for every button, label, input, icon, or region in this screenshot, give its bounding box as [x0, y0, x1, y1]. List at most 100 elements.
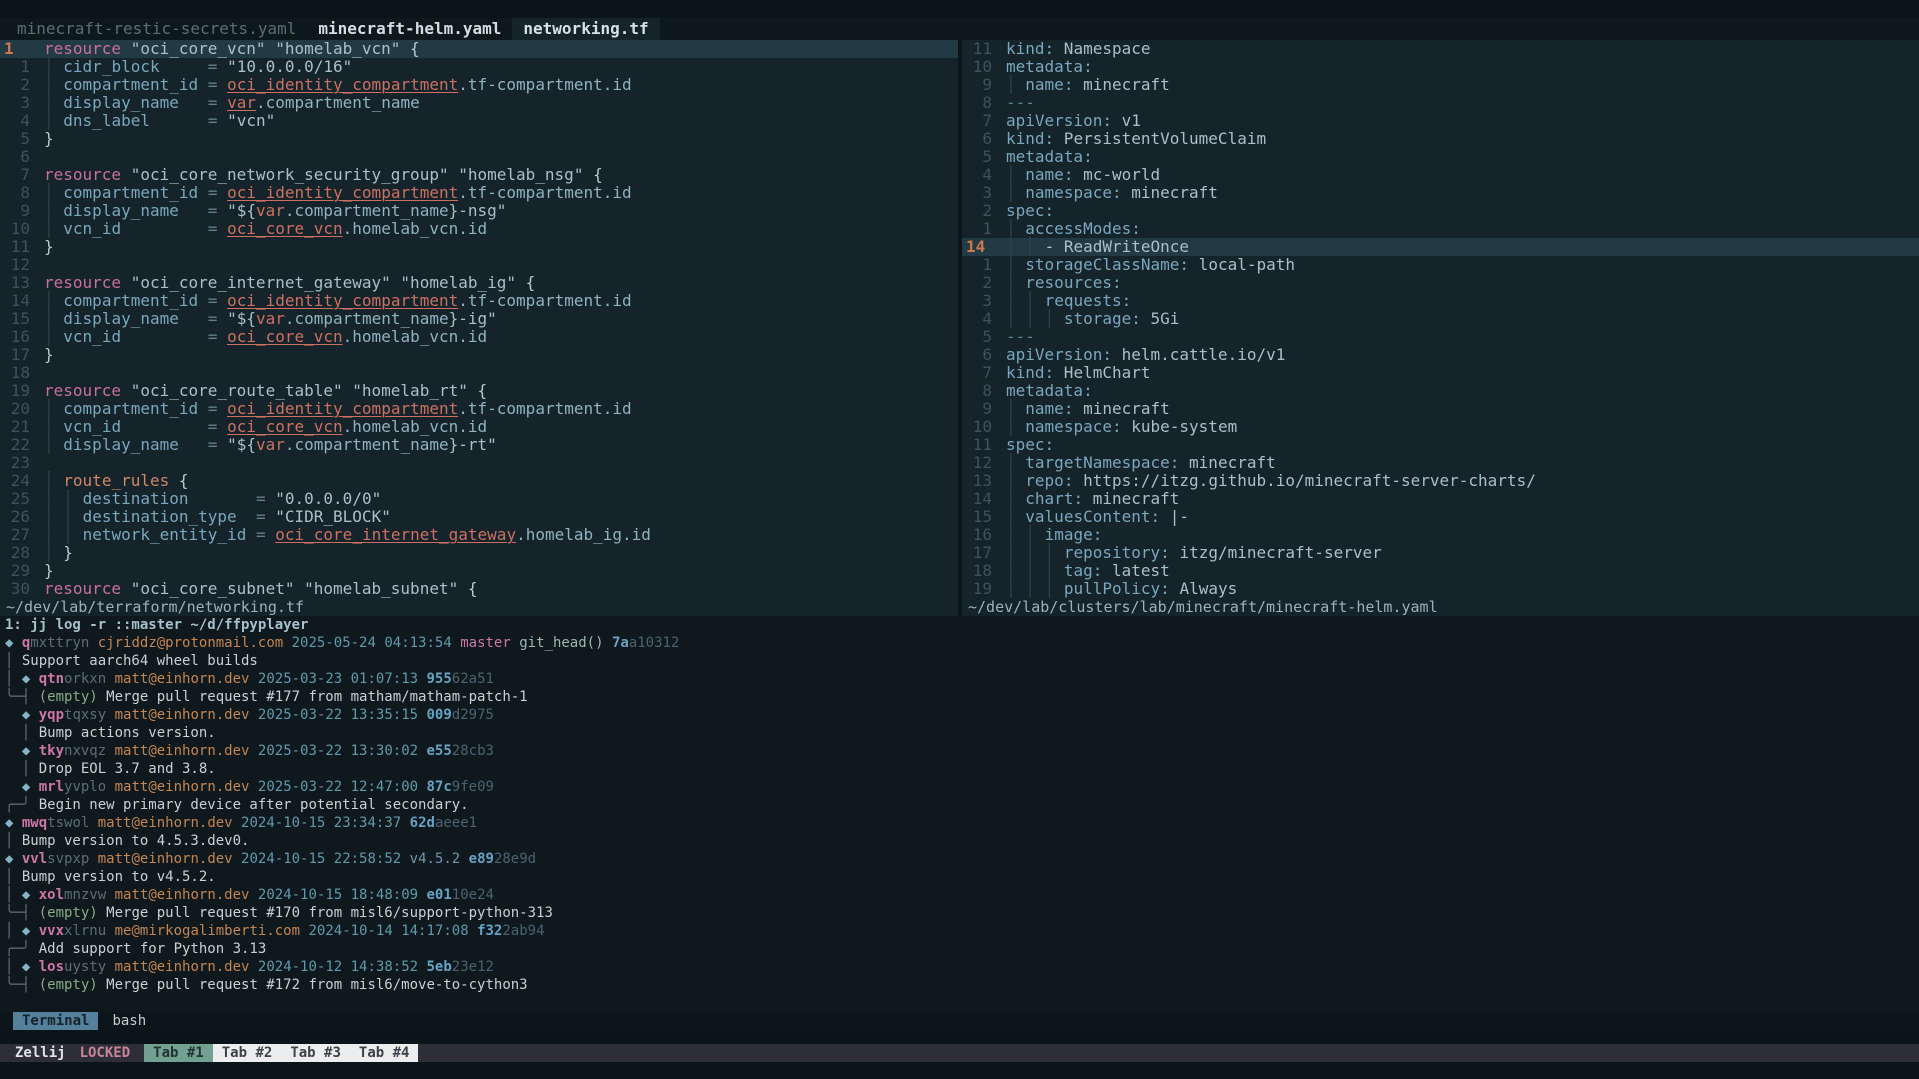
- buffer-tab-minecraft-helm.yaml[interactable]: minecraft-helm.yaml: [307, 18, 512, 40]
- token-op: =: [208, 291, 218, 310]
- code-area-terraform[interactable]: 1resource "oci_core_vcn" "homelab_vcn" {…: [0, 40, 958, 598]
- token-cid: svpxp: [47, 851, 89, 867]
- token-blk: route_rules: [63, 471, 169, 490]
- line-number: 6: [962, 130, 992, 148]
- token-tg: │: [5, 923, 22, 939]
- code-line: 12│ targetNamespace: minecraft: [962, 454, 1919, 472]
- token-pln: [1016, 489, 1026, 508]
- token-gd: │: [63, 507, 73, 526]
- token-prop: vcn_id: [63, 417, 121, 436]
- token-dt: 2025-03-22 13:30:02: [258, 743, 418, 759]
- buffer-tab-networking.tf[interactable]: networking.tf: [512, 18, 659, 40]
- editor-pane-minecraft-helm[interactable]: 11kind: Namespace10metadata:9│ name: min…: [962, 40, 1919, 616]
- token-op: =: [208, 327, 218, 346]
- token-pln: [1035, 543, 1045, 562]
- token-str: "vcn": [227, 111, 275, 130]
- terminal-prompt[interactable]: log file:: [5, 994, 1919, 1012]
- token-pln: [217, 291, 227, 310]
- code-line: 30resource "oci_core_subnet" "homelab_su…: [0, 580, 958, 598]
- token-pln: [121, 219, 208, 238]
- bottom-strip: [0, 1062, 1919, 1079]
- gutter-padding: [992, 328, 1006, 346]
- zellij-tab-4[interactable]: Tab #4: [350, 1044, 419, 1062]
- shell-name[interactable]: bash: [112, 1013, 146, 1029]
- line-number: 24: [0, 472, 30, 490]
- code-line: 4│ name: mc-world: [962, 166, 1919, 184]
- token-pln: [1054, 543, 1064, 562]
- line-number: 3: [962, 184, 992, 202]
- token-cop: e01: [427, 887, 452, 903]
- line-number: 18: [0, 364, 30, 382]
- code-line: 25│ │ destination = "0.0.0.0/0": [0, 490, 958, 508]
- line-number: 1: [962, 256, 992, 274]
- line-number: 13: [962, 472, 992, 490]
- buffer-tab-minecraft-restic-secrets.yaml[interactable]: minecraft-restic-secrets.yaml: [6, 18, 307, 40]
- token-co: a10312: [629, 635, 680, 651]
- gutter-padding: [992, 400, 1006, 418]
- token-str: }-nsg": [449, 201, 507, 220]
- code-line: 23: [0, 454, 958, 472]
- token-ydoc: ---: [1006, 93, 1035, 112]
- zellij-tab-3[interactable]: Tab #3: [281, 1044, 350, 1062]
- token-prop: display_name: [63, 435, 179, 454]
- token-prop: network_entity_id: [83, 525, 247, 544]
- token-cidp: los: [39, 959, 64, 975]
- log-line: │ Bump version to v4.5.2.: [5, 868, 1919, 886]
- token-fld: .compartment_name: [285, 201, 449, 220]
- token-gd: │: [44, 525, 54, 544]
- code-line: 17│ │ │ repository: itzg/minecraft-serve…: [962, 544, 1919, 562]
- gutter-padding: [992, 508, 1006, 526]
- token-pln: [1035, 525, 1045, 544]
- token-cidp: qtn: [39, 671, 64, 687]
- token-tg: │: [5, 833, 22, 849]
- token-tg: │: [5, 725, 39, 741]
- token-ref: oci_core_internet_gateway: [275, 525, 516, 544]
- line-number: 11: [0, 238, 30, 256]
- code-line: 7resource "oci_core_network_security_gro…: [0, 166, 958, 184]
- log-line: │ Bump actions version.: [5, 724, 1919, 742]
- code-line: 2│ resources:: [962, 274, 1919, 292]
- log-line: │ ◆ vvxxlrnu me@mirkogalimberti.com 2024…: [5, 922, 1919, 940]
- token-pln: [233, 815, 241, 831]
- token-pln: [217, 327, 227, 346]
- token-pln: [106, 923, 114, 939]
- token-dt: 2024-10-15 23:34:37: [241, 815, 401, 831]
- token-pln: [54, 507, 64, 526]
- zellij-tab-2[interactable]: Tab #2: [213, 1044, 282, 1062]
- line-number: 11: [962, 436, 992, 454]
- token-gd: │: [1006, 561, 1016, 580]
- terminal-mode-chip[interactable]: Terminal: [13, 1012, 98, 1030]
- code-area-yaml[interactable]: 11kind: Namespace10metadata:9│ name: min…: [962, 40, 1919, 598]
- gutter-padding: [992, 58, 1006, 76]
- token-pln: [1054, 579, 1064, 598]
- token-cop: 009: [427, 707, 452, 723]
- terminal-pane[interactable]: 1: jj log -r ::master ~/d/ffpyplayer ◆ q…: [0, 616, 1919, 1012]
- line-number: 2: [0, 76, 30, 94]
- token-dt: 2025-05-24 04:13:54: [292, 635, 452, 651]
- token-yval: HelmChart: [1054, 363, 1150, 382]
- token-ref: oci_core_vcn: [227, 327, 343, 346]
- code-line: 16│ │ image:: [962, 526, 1919, 544]
- token-ykey: targetNamespace:: [1025, 453, 1179, 472]
- line-number: 20: [0, 400, 30, 418]
- log-line: │ ◆ losuysty matt@einhorn.dev 2024-10-12…: [5, 958, 1919, 976]
- jj-log-output: ◆ qmxttryn cjriddz@protonmail.com 2025-0…: [5, 634, 1919, 994]
- editor-pane-networking-tf[interactable]: 1resource "oci_core_vcn" "homelab_vcn" {…: [0, 40, 958, 616]
- token-gd: │: [44, 327, 54, 346]
- token-cop: 87c: [427, 779, 452, 795]
- log-line: ╰─┤ (empty) Merge pull request #177 from…: [5, 688, 1919, 706]
- token-pln: [1016, 525, 1026, 544]
- gutter-padding: [992, 112, 1006, 130]
- log-line: ◆ vvlsvpxp matt@einhorn.dev 2024-10-15 2…: [5, 850, 1919, 868]
- token-gd: │: [1006, 543, 1016, 562]
- token-desc: Add support for Python 3.13: [39, 941, 267, 957]
- zellij-tab-1[interactable]: Tab #1: [144, 1044, 213, 1062]
- gutter-padding: [30, 58, 44, 76]
- token-cop: e89: [469, 851, 494, 867]
- line-number: 6: [962, 346, 992, 364]
- line-number: 8: [0, 184, 30, 202]
- token-ykey: kind:: [1006, 39, 1054, 58]
- token-yval: 5Gi: [1141, 309, 1180, 328]
- code-line: 17}: [0, 346, 958, 364]
- gutter-padding: [992, 256, 1006, 274]
